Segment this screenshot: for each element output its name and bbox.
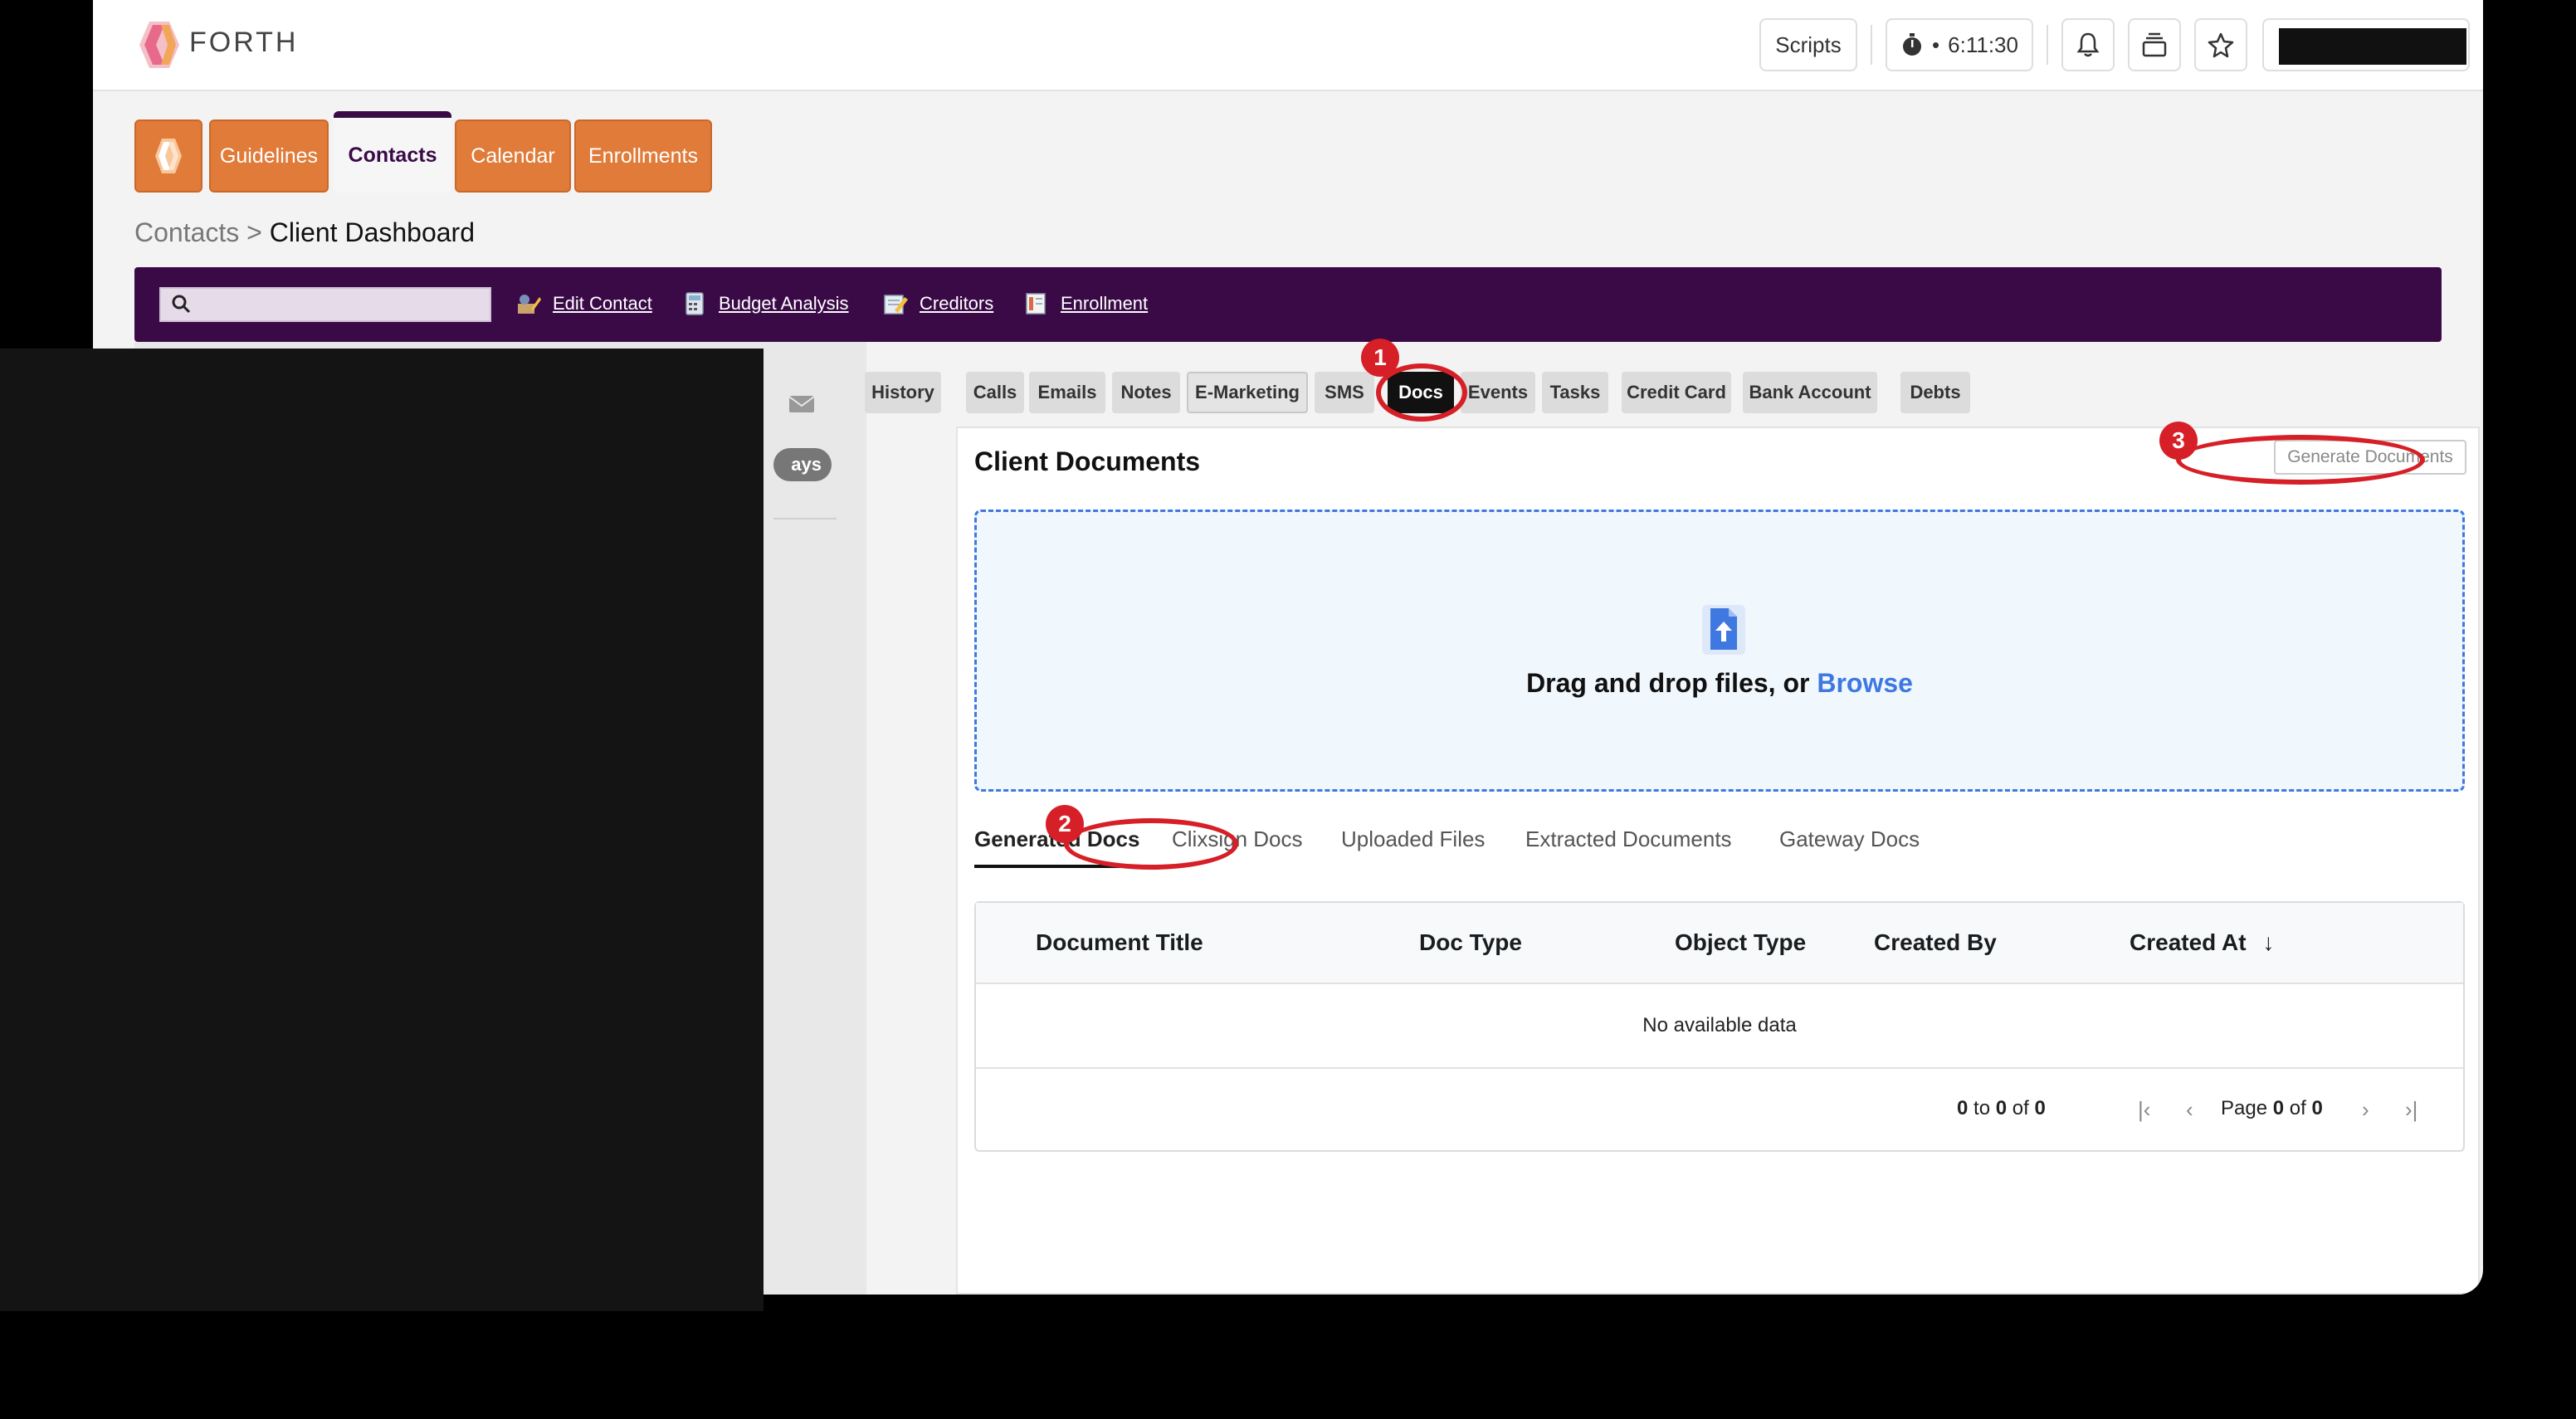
row-total: 0 xyxy=(2034,1097,2046,1119)
annotation-badge-3: 3 xyxy=(2159,422,2198,460)
tab-calls[interactable]: Calls xyxy=(966,372,1024,413)
top-bar: FORTH Scripts • 6:11:30 xyxy=(93,0,2483,91)
forth-mark-icon xyxy=(155,139,182,173)
file-dropzone[interactable]: Drag and drop files, or Browse xyxy=(974,510,2465,792)
breadcrumb-parent[interactable]: Contacts xyxy=(134,217,239,247)
tab-sms[interactable]: SMS xyxy=(1315,372,1374,413)
timer-value: 6:11:30 xyxy=(1948,32,2018,57)
divider xyxy=(1871,25,1872,65)
tab-history[interactable]: History xyxy=(865,372,941,413)
subtab-uploaded-files[interactable]: Uploaded Files xyxy=(1341,827,1485,852)
annotation-badge-2: 2 xyxy=(1046,805,1084,843)
page-word: Page xyxy=(2221,1097,2273,1119)
divider xyxy=(2047,25,2048,65)
browse-link[interactable]: Browse xyxy=(1817,668,1913,698)
subtab-gateway-docs[interactable]: Gateway Docs xyxy=(1779,827,1920,852)
file-upload-icon xyxy=(1702,605,1745,655)
stopwatch-icon xyxy=(1903,33,1922,56)
creditors-label: Creditors xyxy=(920,293,994,314)
days-badge: ays xyxy=(773,448,832,481)
row-count-summary: 0 to 0 of 0 xyxy=(1957,1097,2046,1120)
column-header-object-type[interactable]: Object Type xyxy=(1675,929,1806,956)
created-at-label: Created At xyxy=(2130,929,2247,955)
tab-notes[interactable]: Notes xyxy=(1112,372,1180,413)
brand-name: FORTH xyxy=(189,27,299,58)
previous-page-icon[interactable]: ‹ xyxy=(2186,1097,2193,1123)
current-page: 0 xyxy=(2272,1097,2285,1119)
creditors-link[interactable]: Creditors xyxy=(883,292,993,315)
column-header-created-at[interactable]: Created At ↓ xyxy=(2130,929,2274,956)
notifications-button[interactable] xyxy=(2061,18,2115,71)
stack-icon xyxy=(2142,32,2167,57)
column-header-created-by[interactable]: Created By xyxy=(1874,929,1997,956)
bell-icon xyxy=(2076,32,2100,57)
panel-title: Client Documents xyxy=(974,446,1201,476)
empty-state-message: No available data xyxy=(976,984,2463,1069)
documents-table: Document Title Doc Type Object Type Crea… xyxy=(974,901,2465,1152)
enrollment-label: Enrollment xyxy=(1061,293,1149,314)
tab-bank-account[interactable]: Bank Account xyxy=(1743,372,1877,413)
forth-logo-icon xyxy=(139,22,179,68)
redacted-region xyxy=(0,349,764,1311)
calculator-icon xyxy=(685,292,704,315)
total-pages: 0 xyxy=(2311,1097,2323,1119)
tab-emails[interactable]: Emails xyxy=(1029,372,1105,413)
last-page-icon[interactable]: ›| xyxy=(2405,1097,2417,1123)
edit-contact-link[interactable]: Edit Contact xyxy=(516,292,652,315)
annotation-badge-1: 1 xyxy=(1361,339,1399,377)
first-page-icon[interactable]: |‹ xyxy=(2138,1097,2150,1123)
nav-tab-guidelines[interactable]: Guidelines xyxy=(209,119,329,193)
to-word: to xyxy=(1968,1097,1996,1119)
breadcrumb-current: Client Dashboard xyxy=(269,217,475,247)
divider xyxy=(773,518,837,519)
table-header: Document Title Doc Type Object Type Crea… xyxy=(976,903,2463,984)
star-icon xyxy=(2208,32,2234,58)
timer-dot: • xyxy=(1932,32,1940,57)
column-header-document-title[interactable]: Document Title xyxy=(1036,929,1203,956)
contact-toolbar: Edit Contact Budget Analysis Creditors E… xyxy=(134,267,2442,342)
annotation-ring-generate-documents xyxy=(2176,435,2425,485)
tab-debts[interactable]: Debts xyxy=(1900,372,1970,413)
annotation-ring-clixsign-docs xyxy=(1064,818,1238,870)
creditors-icon xyxy=(884,295,908,315)
edit-contact-icon xyxy=(518,295,541,314)
redacted-user-name xyxy=(2279,28,2466,65)
row-from: 0 xyxy=(1957,1097,1969,1119)
budget-analysis-link[interactable]: Budget Analysis xyxy=(682,292,849,315)
page-indicator: Page 0 of 0 xyxy=(2221,1097,2323,1120)
edit-contact-label: Edit Contact xyxy=(553,293,652,314)
breadcrumb: Contacts > Client Dashboard xyxy=(134,217,475,248)
enrollment-link[interactable]: Enrollment xyxy=(1024,292,1148,315)
user-menu-button[interactable] xyxy=(2262,18,2470,71)
mail-icon[interactable] xyxy=(788,395,815,413)
home-tab[interactable] xyxy=(134,119,202,193)
of-word: of xyxy=(2007,1097,2035,1119)
tab-e-marketing[interactable]: E-Marketing xyxy=(1187,372,1308,413)
tab-events[interactable]: Events xyxy=(1461,372,1535,413)
of-word: of xyxy=(2284,1097,2312,1119)
favorites-button[interactable] xyxy=(2194,18,2247,71)
scripts-button[interactable]: Scripts xyxy=(1759,18,1857,71)
search-icon xyxy=(172,295,191,314)
budget-analysis-label: Budget Analysis xyxy=(719,293,849,314)
next-page-icon[interactable]: › xyxy=(2362,1097,2369,1123)
column-header-doc-type[interactable]: Doc Type xyxy=(1419,929,1522,956)
sort-descending-icon: ↓ xyxy=(2262,929,2275,955)
nav-tab-contacts[interactable]: Contacts xyxy=(334,111,451,193)
breadcrumb-separator: > xyxy=(239,217,270,247)
stack-button[interactable] xyxy=(2128,18,2181,71)
enrollment-icon xyxy=(1026,293,1046,315)
tab-tasks[interactable]: Tasks xyxy=(1542,372,1608,413)
search-input[interactable] xyxy=(159,287,491,322)
dropzone-prompt: Drag and drop files, or xyxy=(1526,668,1817,698)
row-to: 0 xyxy=(1995,1097,2008,1119)
timer-button[interactable]: • 6:11:30 xyxy=(1886,18,2033,71)
tab-credit-card[interactable]: Credit Card xyxy=(1622,372,1731,413)
subtab-extracted-documents[interactable]: Extracted Documents xyxy=(1525,827,1732,852)
nav-tab-enrollments[interactable]: Enrollments xyxy=(574,119,712,193)
dropzone-text: Drag and drop files, or Browse xyxy=(977,668,2462,699)
nav-tab-calendar[interactable]: Calendar xyxy=(455,119,571,193)
scripts-label: Scripts xyxy=(1775,32,1842,57)
